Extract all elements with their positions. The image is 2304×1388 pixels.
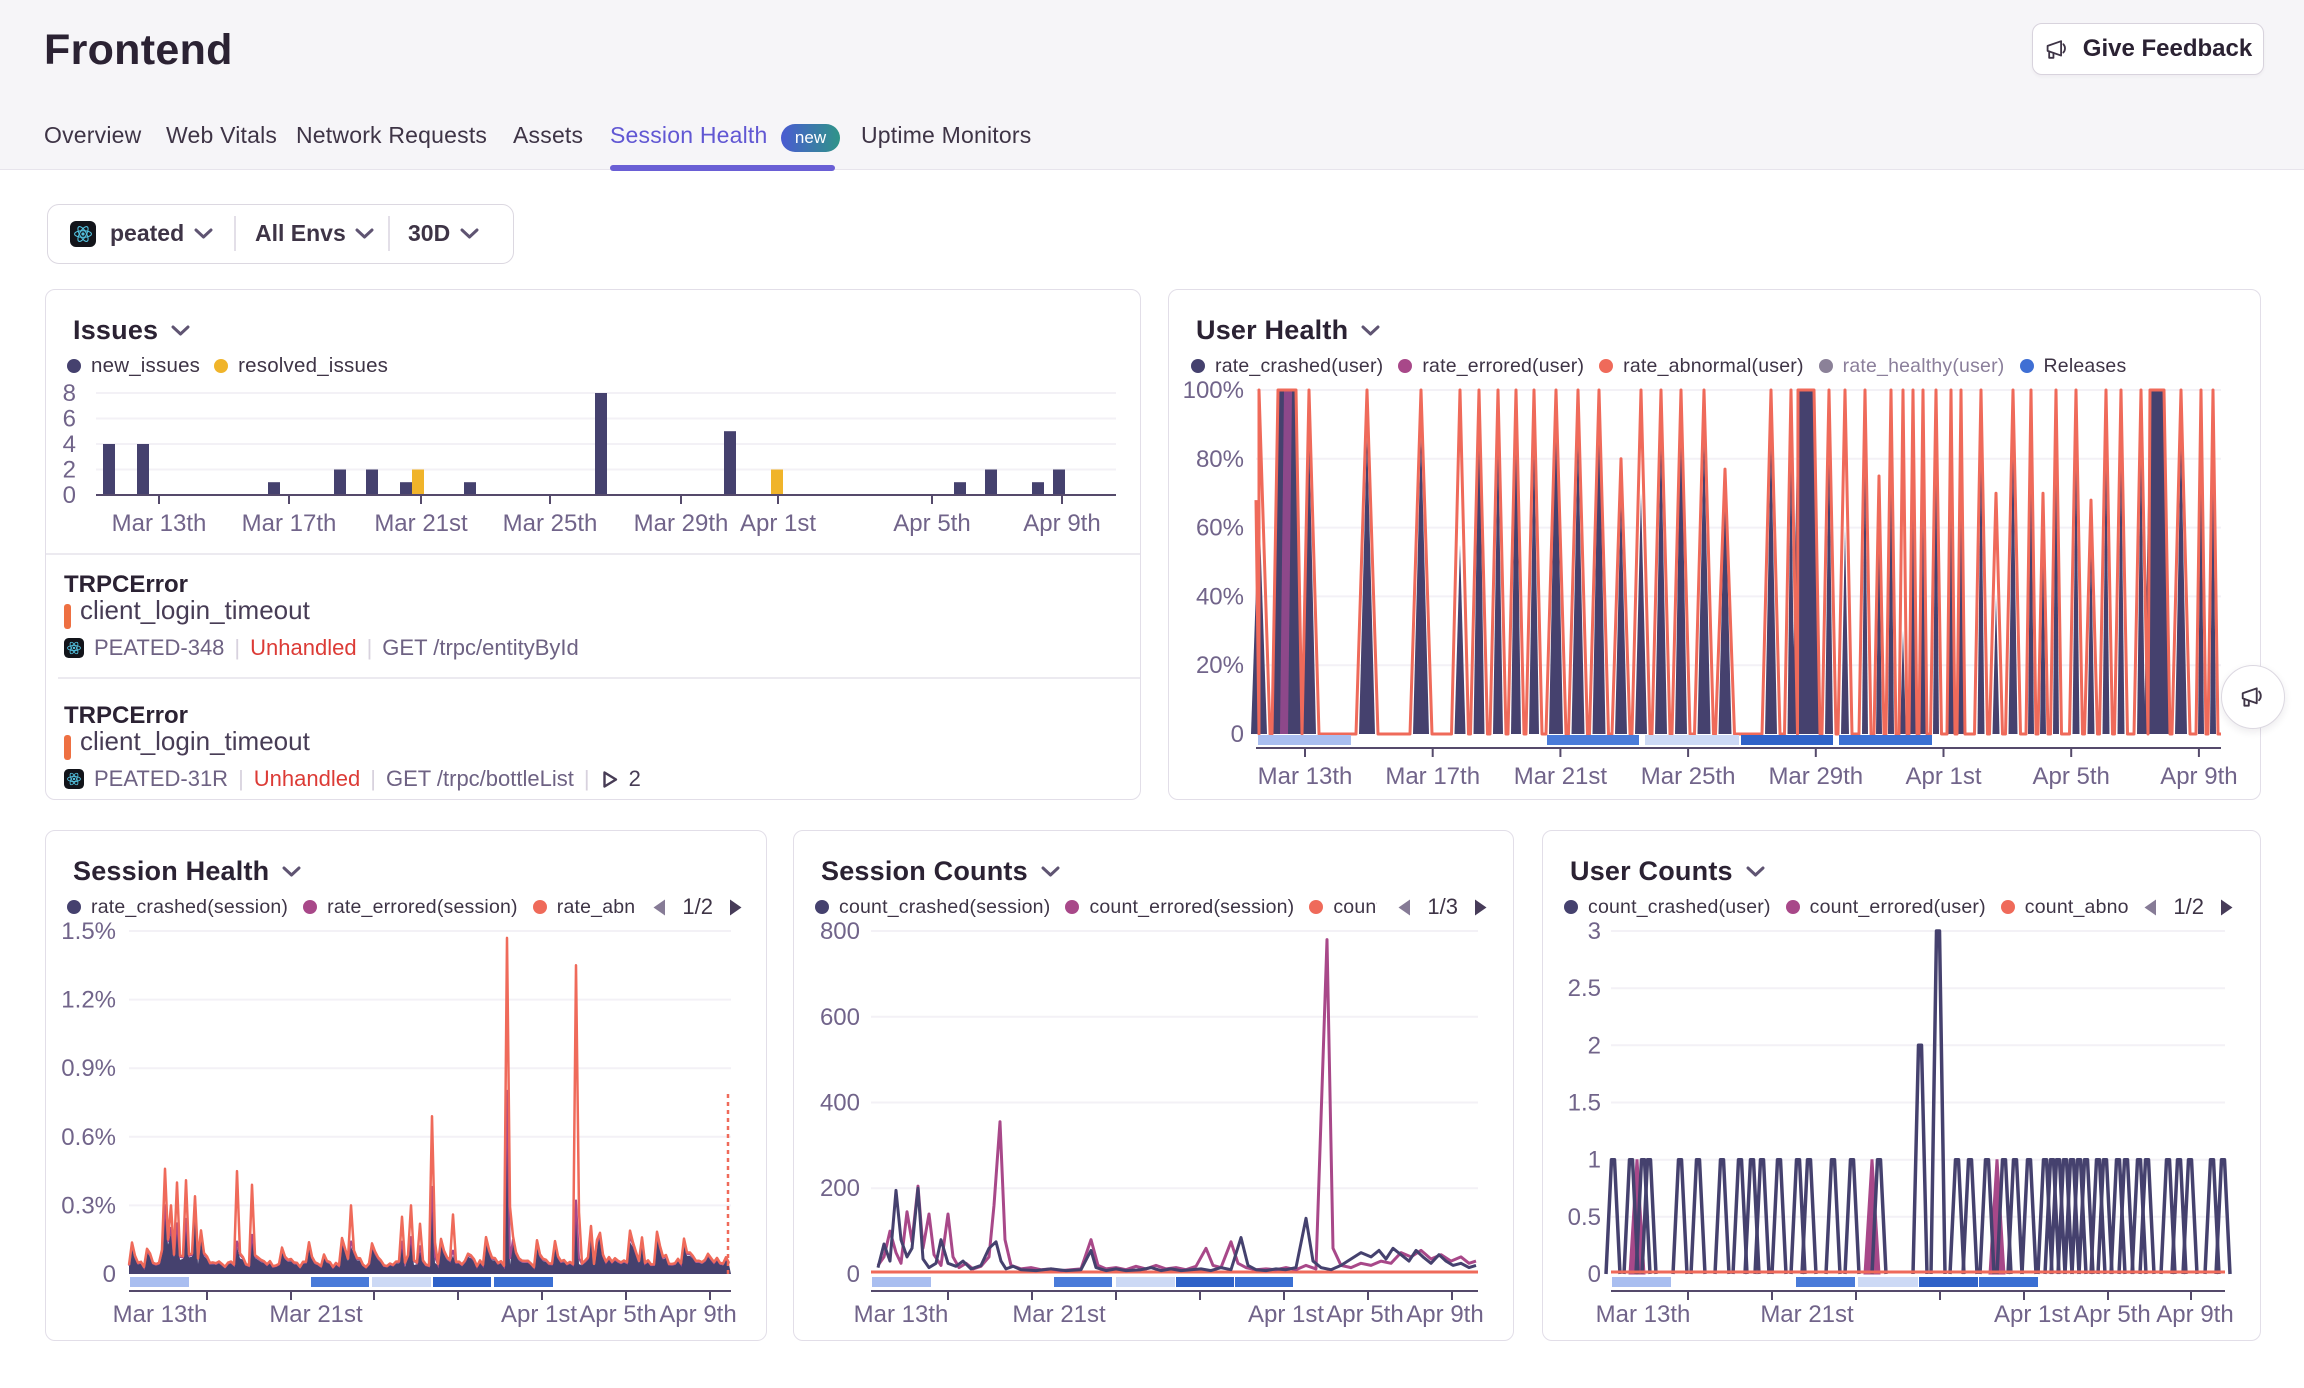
svg-text:Mar 21st: Mar 21st [374, 510, 468, 537]
svg-text:1.5%: 1.5% [61, 918, 116, 945]
svg-text:4: 4 [63, 431, 76, 458]
svg-text:Mar 13th: Mar 13th [112, 510, 207, 537]
svg-text:60%: 60% [1196, 515, 1244, 542]
svg-text:Mar 25th: Mar 25th [503, 510, 598, 537]
svg-text:3: 3 [1588, 918, 1601, 945]
svg-text:Apr 5th: Apr 5th [2033, 763, 2110, 790]
svg-text:200: 200 [820, 1175, 860, 1202]
svg-text:Apr 9th: Apr 9th [1023, 510, 1100, 537]
svg-text:Apr 5th: Apr 5th [1326, 1301, 1403, 1328]
svg-text:Mar 13th: Mar 13th [854, 1301, 949, 1328]
svg-text:2: 2 [63, 457, 76, 484]
svg-text:6: 6 [63, 406, 76, 433]
svg-text:2.5: 2.5 [1568, 975, 1601, 1002]
svg-text:0: 0 [1231, 721, 1244, 748]
svg-text:Mar 13th: Mar 13th [113, 1301, 208, 1328]
svg-text:Mar 29th: Mar 29th [634, 510, 729, 537]
svg-text:100%: 100% [1183, 377, 1244, 404]
svg-text:Apr 1st: Apr 1st [1994, 1301, 2070, 1328]
svg-text:Apr 1st: Apr 1st [501, 1301, 577, 1328]
svg-text:0: 0 [103, 1261, 116, 1288]
svg-text:8: 8 [63, 380, 76, 407]
svg-text:Mar 17th: Mar 17th [242, 510, 337, 537]
svg-text:Apr 1st: Apr 1st [1905, 763, 1981, 790]
svg-text:Mar 13th: Mar 13th [1596, 1301, 1691, 1328]
svg-text:Mar 21st: Mar 21st [1012, 1301, 1106, 1328]
svg-text:0.3%: 0.3% [61, 1192, 116, 1219]
svg-text:400: 400 [820, 1090, 860, 1117]
svg-text:Apr 9th: Apr 9th [659, 1301, 736, 1328]
svg-text:1.2%: 1.2% [61, 987, 116, 1014]
svg-text:Apr 9th: Apr 9th [2156, 1301, 2233, 1328]
svg-text:Mar 13th: Mar 13th [1258, 763, 1353, 790]
svg-text:0: 0 [63, 482, 76, 509]
svg-text:Mar 21st: Mar 21st [1760, 1301, 1854, 1328]
svg-text:Mar 17th: Mar 17th [1385, 763, 1480, 790]
svg-text:1.5: 1.5 [1568, 1090, 1601, 1117]
svg-text:Apr 5th: Apr 5th [2073, 1301, 2150, 1328]
svg-text:Apr 9th: Apr 9th [2160, 763, 2237, 790]
svg-text:Mar 21st: Mar 21st [269, 1301, 363, 1328]
svg-text:2: 2 [1588, 1032, 1601, 1059]
svg-text:1: 1 [1588, 1147, 1601, 1174]
svg-text:600: 600 [820, 1004, 860, 1031]
svg-text:20%: 20% [1196, 652, 1244, 679]
svg-text:0.6%: 0.6% [61, 1124, 116, 1151]
svg-text:Mar 29th: Mar 29th [1768, 763, 1863, 790]
svg-text:80%: 80% [1196, 446, 1244, 473]
svg-text:Apr 1st: Apr 1st [740, 510, 816, 537]
svg-text:800: 800 [820, 918, 860, 945]
svg-text:40%: 40% [1196, 583, 1244, 610]
svg-text:Mar 25th: Mar 25th [1641, 763, 1736, 790]
svg-text:Apr 5th: Apr 5th [579, 1301, 656, 1328]
svg-text:0: 0 [847, 1261, 860, 1288]
svg-text:Apr 1st: Apr 1st [1248, 1301, 1324, 1328]
svg-text:Apr 5th: Apr 5th [893, 510, 970, 537]
svg-text:0: 0 [1588, 1261, 1601, 1288]
svg-text:Apr 9th: Apr 9th [1406, 1301, 1483, 1328]
svg-text:0.5: 0.5 [1568, 1204, 1601, 1231]
svg-text:Mar 21st: Mar 21st [1514, 763, 1608, 790]
svg-text:0.9%: 0.9% [61, 1055, 116, 1082]
